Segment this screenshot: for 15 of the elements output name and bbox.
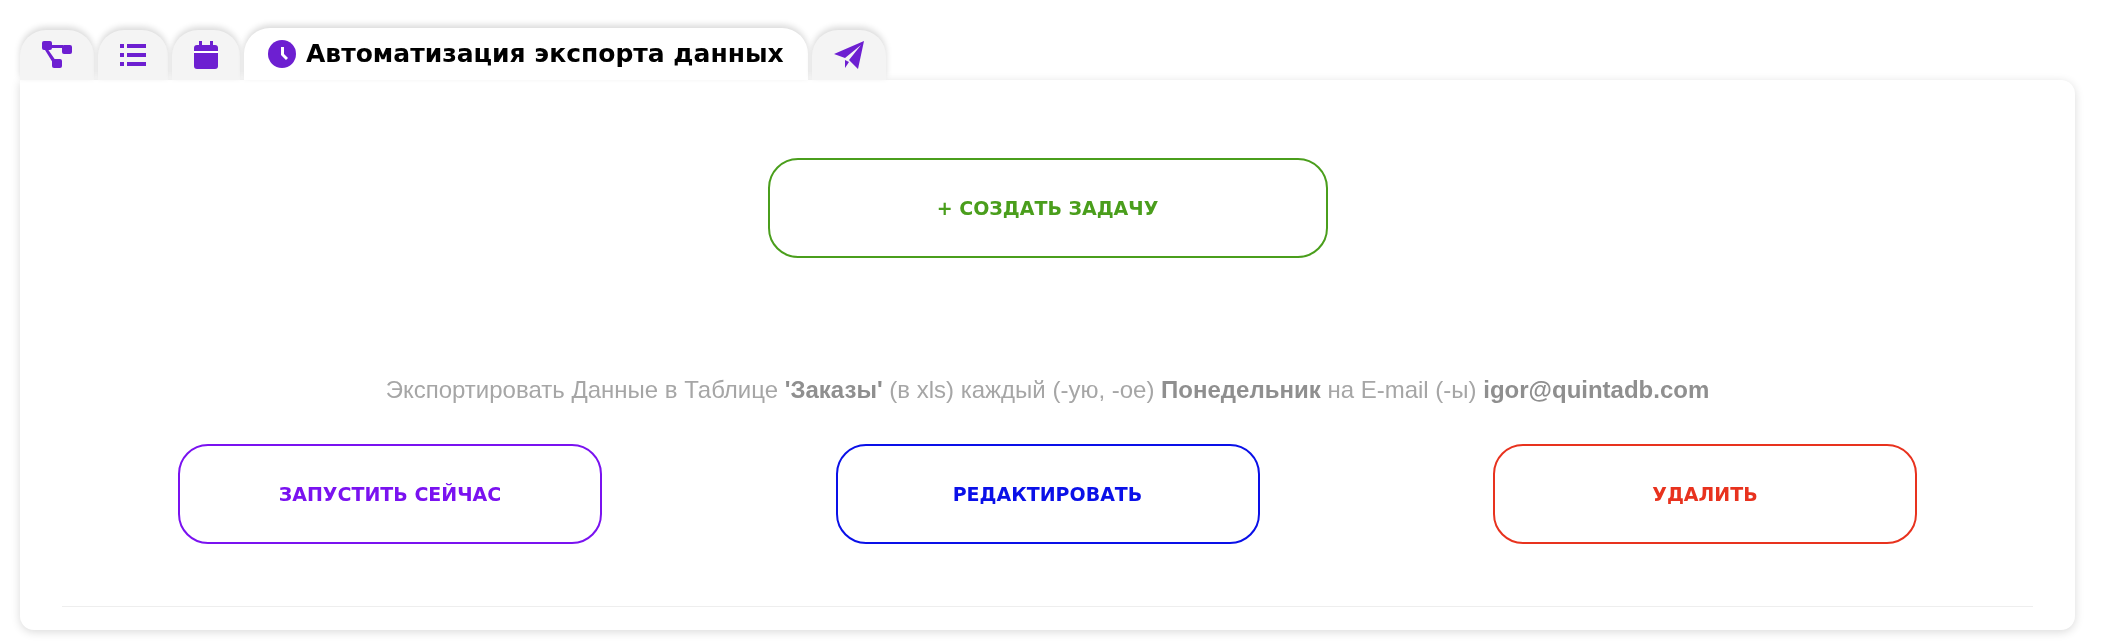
run-now-button[interactable]: ЗАПУСТИТЬ СЕЙЧАС — [178, 444, 602, 544]
tab[interactable] — [811, 30, 886, 80]
calendar-icon — [194, 41, 218, 69]
create-task-button[interactable]: + СОЗДАТЬ ЗАДАЧУ — [767, 158, 1328, 258]
send-icon — [833, 41, 864, 69]
clock-icon — [268, 40, 296, 68]
diagram-icon — [42, 41, 72, 69]
tab[interactable] — [98, 30, 168, 80]
edit-button[interactable]: РЕДАКТИРОВАТЬ — [835, 444, 1260, 544]
task-description: Экспортировать Данные в Таблице 'Заказы' (в xls) каждый (-ую, -ое) Понедельник на E-mail (-ы) igor@quintadb.com — [384, 375, 1711, 405]
tab[interactable]: Автоматизация экспорта данных — [244, 28, 808, 80]
tab[interactable] — [20, 30, 94, 80]
delete-button[interactable]: УДАЛИТЬ — [1493, 444, 1917, 544]
list-icon — [120, 44, 146, 66]
tab[interactable] — [172, 30, 240, 80]
